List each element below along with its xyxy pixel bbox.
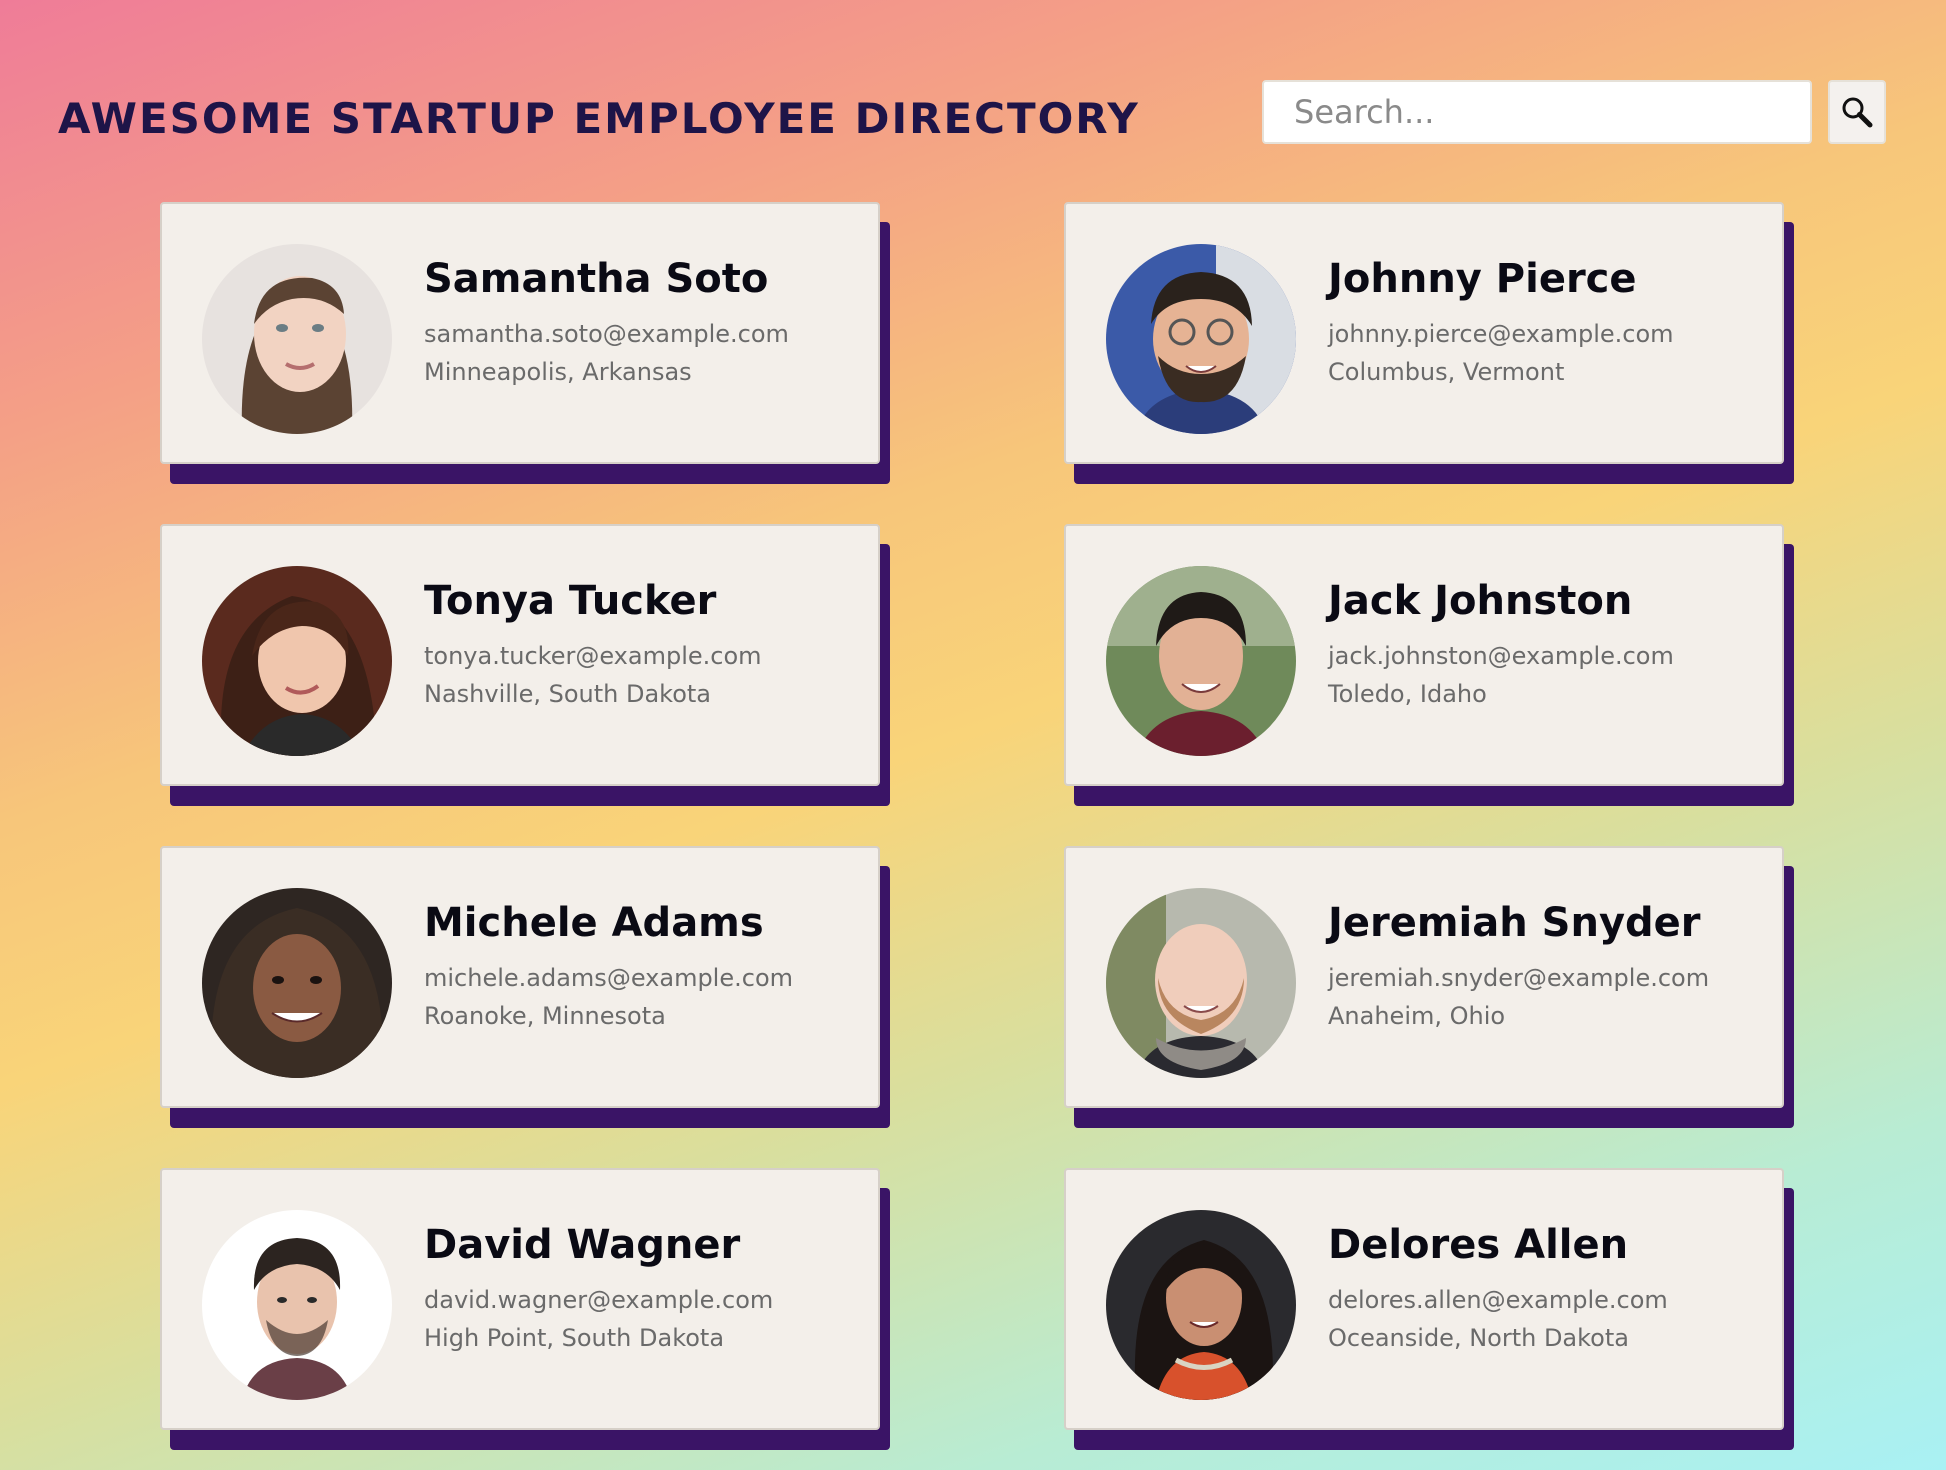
search-icon — [1842, 97, 1873, 128]
employee-info: Jack Johnston jack.johnston@example.com … — [1328, 578, 1774, 718]
employee-info: Samantha Soto samantha.soto@example.com … — [424, 256, 870, 396]
employee-name: Tonya Tucker — [424, 578, 717, 624]
employee-card[interactable]: Jack Johnston jack.johnston@example.com … — [1064, 524, 1784, 786]
employee-info: Michele Adams michele.adams@example.com … — [424, 900, 870, 1040]
employee-email: delores.allen@example.com — [1328, 1286, 1668, 1314]
page-title: AWESOME STARTUP EMPLOYEE DIRECTORY — [58, 94, 1140, 143]
employee-email: michele.adams@example.com — [424, 964, 793, 992]
employee-info: Johnny Pierce johnny.pierce@example.com … — [1328, 256, 1774, 396]
employee-location: Toledo, Idaho — [1328, 680, 1487, 708]
avatar — [1106, 566, 1296, 756]
employee-location: Columbus, Vermont — [1328, 358, 1565, 386]
employee-name: Michele Adams — [424, 900, 764, 946]
employee-email: jeremiah.snyder@example.com — [1328, 964, 1710, 992]
avatar — [202, 566, 392, 756]
search-input[interactable] — [1262, 80, 1812, 144]
employee-name: Johnny Pierce — [1328, 256, 1637, 302]
employee-name: Delores Allen — [1328, 1222, 1629, 1268]
employee-location: Nashville, South Dakota — [424, 680, 712, 708]
employee-card[interactable]: Delores Allen delores.allen@example.com … — [1064, 1168, 1784, 1430]
employee-name: Jack Johnston — [1328, 578, 1633, 624]
employee-card[interactable]: Johnny Pierce johnny.pierce@example.com … — [1064, 202, 1784, 464]
employee-email: david.wagner@example.com — [424, 1286, 774, 1314]
employee-card[interactable]: Tonya Tucker tonya.tucker@example.com Na… — [160, 524, 880, 786]
employee-email: tonya.tucker@example.com — [424, 642, 762, 670]
employee-card[interactable]: David Wagner david.wagner@example.com Hi… — [160, 1168, 880, 1430]
employee-location: Minneapolis, Arkansas — [424, 358, 692, 386]
employee-location: High Point, South Dakota — [424, 1324, 725, 1352]
employee-email: jack.johnston@example.com — [1328, 642, 1674, 670]
employee-info: Tonya Tucker tonya.tucker@example.com Na… — [424, 578, 870, 718]
avatar — [1106, 888, 1296, 1078]
employee-name: Jeremiah Snyder — [1328, 900, 1701, 946]
avatar — [202, 244, 392, 434]
search-button[interactable] — [1828, 80, 1886, 144]
employee-card[interactable]: Samantha Soto samantha.soto@example.com … — [160, 202, 880, 464]
employee-name: David Wagner — [424, 1222, 741, 1268]
page-header: AWESOME STARTUP EMPLOYEE DIRECTORY — [58, 80, 1888, 148]
employee-email: johnny.pierce@example.com — [1328, 320, 1674, 348]
employee-location: Roanoke, Minnesota — [424, 1002, 666, 1030]
employee-info: Jeremiah Snyder jeremiah.snyder@example.… — [1328, 900, 1774, 1040]
employee-name: Samantha Soto — [424, 256, 769, 302]
employee-info: Delores Allen delores.allen@example.com … — [1328, 1222, 1774, 1362]
employee-info: David Wagner david.wagner@example.com Hi… — [424, 1222, 870, 1362]
employee-location: Anaheim, Ohio — [1328, 1002, 1506, 1030]
avatar — [202, 1210, 392, 1400]
employee-card[interactable]: Michele Adams michele.adams@example.com … — [160, 846, 880, 1108]
avatar — [202, 888, 392, 1078]
employee-location: Oceanside, North Dakota — [1328, 1324, 1629, 1352]
employee-email: samantha.soto@example.com — [424, 320, 789, 348]
avatar — [1106, 1210, 1296, 1400]
avatar — [1106, 244, 1296, 434]
employee-card[interactable]: Jeremiah Snyder jeremiah.snyder@example.… — [1064, 846, 1784, 1108]
